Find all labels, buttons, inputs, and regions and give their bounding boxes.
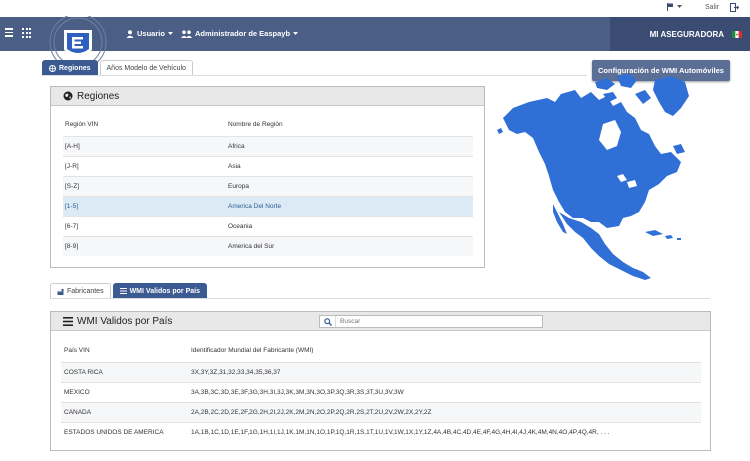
table-row[interactable]: [S-Z] Europa bbox=[63, 175, 473, 196]
tab-divider bbox=[50, 298, 710, 299]
panel-title: Regiones bbox=[77, 90, 120, 102]
logout-label: Salir bbox=[705, 4, 720, 11]
panel-title: WMI Validos por País bbox=[77, 315, 173, 327]
globe-icon bbox=[63, 91, 73, 101]
usuario-label: Usuario bbox=[137, 29, 165, 38]
table-row[interactable]: MEXICO 3A,3B,3C,3D,3E,3F,3G,3H,3I,3J,3K,… bbox=[61, 381, 701, 402]
tab-label: WMI Validos por País bbox=[129, 287, 200, 295]
table-row-selected[interactable]: [1-5] America Del Norte bbox=[63, 195, 473, 216]
tab-fabricantes[interactable]: Fabricantes bbox=[50, 283, 111, 298]
table-cell: 3A,3B,3C,3D,3E,3F,3G,3H,3I,3J,3K,3M,3N,3… bbox=[191, 381, 701, 402]
table-cell: 1A,1B,1C,1D,1E,1F,1G,1H,1I,1J,1K,1M,1N,1… bbox=[191, 421, 701, 442]
table-row[interactable]: [6-7] Oceania bbox=[63, 215, 473, 236]
search-box bbox=[319, 315, 543, 328]
table-cell: Africa bbox=[228, 135, 473, 156]
list-icon bbox=[119, 288, 127, 294]
usuario-menu[interactable]: Usuario bbox=[126, 29, 173, 38]
table-cell: [8-9] bbox=[63, 235, 228, 256]
admin-menu[interactable]: Administrador de Easpayb bbox=[181, 29, 299, 38]
column-header: Región VIN bbox=[65, 121, 99, 129]
user-icon bbox=[126, 29, 134, 38]
tab-label: Regiones bbox=[59, 64, 91, 72]
top-tabs: Regiones Años Modelo de Vehículo bbox=[42, 60, 193, 75]
admin-label: Administrador de Easpayb bbox=[195, 29, 291, 38]
north-america-map bbox=[495, 72, 695, 282]
wmi-table: País VIN Identificador Mundial del Fabri… bbox=[61, 340, 701, 442]
mexico-flag-icon bbox=[732, 30, 742, 38]
users-icon bbox=[181, 29, 192, 38]
table-row[interactable]: [A-H] Africa bbox=[63, 135, 473, 156]
menu-icon[interactable] bbox=[5, 28, 13, 38]
bottom-tabs: Fabricantes WMI Validos por País bbox=[50, 283, 207, 298]
search-icon[interactable] bbox=[320, 316, 336, 327]
tab-regiones[interactable]: Regiones bbox=[42, 60, 98, 75]
factory-icon bbox=[57, 288, 64, 295]
chevron-down-icon bbox=[677, 5, 682, 8]
column-header: País VIN bbox=[64, 347, 90, 355]
column-header: Nombre de Región bbox=[228, 121, 283, 129]
chevron-down-icon bbox=[293, 31, 299, 35]
table-row[interactable]: ESTADOS UNIDOS DE AMERICA 1A,1B,1C,1D,1E… bbox=[61, 421, 701, 442]
table-row[interactable]: [J-R] Asia bbox=[63, 155, 473, 176]
table-row[interactable]: CANADA 2A,2B,2C,2D,2E,2F,2G,2H,2I,2J,2K,… bbox=[61, 401, 701, 422]
wmi-panel-header: WMI Validos por País bbox=[51, 312, 710, 331]
apps-grid-icon[interactable] bbox=[22, 28, 32, 38]
tab-label: Fabricantes bbox=[67, 287, 104, 295]
table-cell: [6-7] bbox=[63, 215, 228, 236]
table-cell: 2A,2B,2C,2D,2E,2F,2G,2H,2I,2J,2K,2M,2N,2… bbox=[191, 401, 701, 422]
table-cell: Oceania bbox=[228, 215, 473, 236]
wmi-panel: WMI Validos por País País VIN Identifica… bbox=[50, 311, 711, 451]
tab-label: Años Modelo de Vehículo bbox=[106, 64, 186, 72]
top-strip: Salir bbox=[0, 0, 750, 17]
navbar: Usuario Administrador de Easpayb MI ASEG… bbox=[0, 13, 750, 71]
table-cell: [J-R] bbox=[63, 155, 228, 176]
globe-icon bbox=[49, 64, 56, 72]
table-header-row: País VIN Identificador Mundial del Fabri… bbox=[61, 340, 701, 362]
flag-icon bbox=[667, 3, 673, 11]
brand-area: MI ASEGURADORA bbox=[610, 17, 750, 51]
table-cell: [A-H] bbox=[63, 135, 228, 156]
table-cell: 3X,3Y,3Z,31,32,33,34,35,36,37 bbox=[191, 361, 701, 382]
table-cell: COSTA RICA bbox=[61, 361, 191, 382]
regiones-panel: Regiones Región VIN Nombre de Región [A-… bbox=[50, 86, 485, 268]
table-cell: [S-Z] bbox=[63, 175, 228, 196]
regiones-panel-header: Regiones bbox=[51, 87, 484, 106]
table-cell: America del Sur bbox=[228, 235, 473, 256]
table-cell: MEXICO bbox=[61, 381, 191, 402]
notifications-menu[interactable] bbox=[666, 3, 682, 11]
brand-label: MI ASEGURADORA bbox=[649, 29, 724, 39]
table-cell: Europa bbox=[228, 175, 473, 196]
table-cell: CANADA bbox=[61, 401, 191, 422]
table-cell: America Del Norte bbox=[228, 195, 473, 216]
regiones-table: Región VIN Nombre de Región [A-H] Africa… bbox=[63, 114, 473, 256]
table-cell: Asia bbox=[228, 155, 473, 176]
list-icon bbox=[63, 316, 73, 326]
table-row[interactable]: [8-9] America del Sur bbox=[63, 235, 473, 256]
logout-icon bbox=[730, 3, 740, 12]
table-cell: [1-5] bbox=[63, 195, 228, 216]
tab-wmi-validos[interactable]: WMI Validos por País bbox=[112, 283, 207, 298]
table-cell: ESTADOS UNIDOS DE AMERICA bbox=[61, 421, 191, 442]
table-row[interactable]: COSTA RICA 3X,3Y,3Z,31,32,33,34,35,36,37 bbox=[61, 361, 701, 382]
tab-anos-modelo[interactable]: Años Modelo de Vehículo bbox=[99, 60, 193, 75]
table-header-row: Región VIN Nombre de Región bbox=[63, 114, 473, 136]
search-input[interactable] bbox=[336, 318, 536, 325]
chevron-down-icon bbox=[167, 31, 173, 35]
column-header: Identificador Mundial del Fabricante (WM… bbox=[191, 347, 314, 355]
logout-link[interactable]: Salir bbox=[705, 3, 740, 12]
